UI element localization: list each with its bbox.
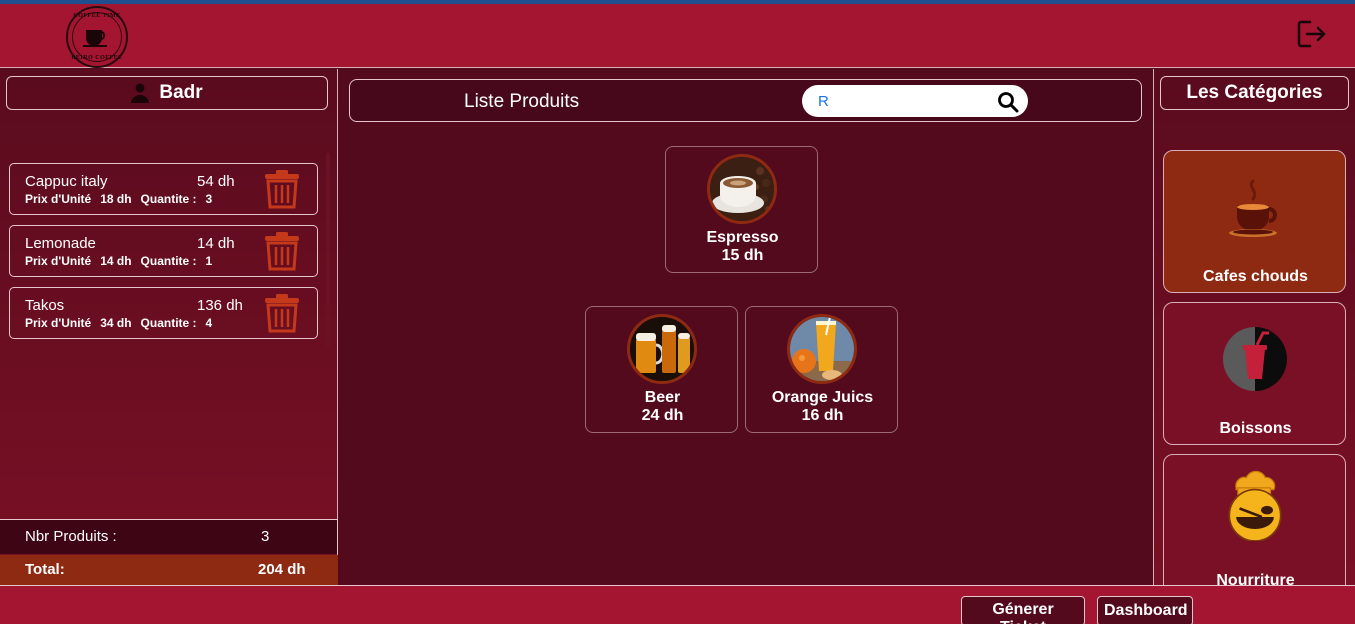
product-name: Orange Juics (771, 389, 874, 406)
quantity-value: 1 (205, 254, 213, 268)
cart-scrollbar[interactable] (326, 153, 330, 347)
product-price: 16 dh (801, 407, 844, 424)
cart-item-name: Lemonade (25, 235, 96, 252)
category-name: Nourriture (1216, 572, 1295, 585)
footer-bar: Génerer Ticket Dashboard (0, 585, 1355, 624)
category-name: Boissons (1219, 420, 1292, 437)
product-count-value: 3 (261, 528, 270, 545)
generate-ticket-button[interactable]: Génerer Ticket (961, 596, 1085, 624)
espresso-image (707, 154, 777, 224)
quantity-label: Quantite : (140, 316, 197, 330)
user-box: Badr (6, 76, 328, 110)
dashboard-button[interactable]: Dashboard (1097, 596, 1193, 624)
category-cafes-chouds[interactable]: Cafes chouds (1163, 150, 1346, 293)
orange-juice-image (787, 314, 857, 384)
food-chef-icon (1228, 470, 1282, 541)
logout-icon[interactable] (1295, 18, 1327, 50)
total-row: Total: 204 dh (0, 555, 338, 585)
product-card-orange-juice[interactable]: Orange Juics 16 dh (745, 306, 898, 433)
cart-item: Takos 136 dh Prix d'Unité 34 dh Quantite :… (9, 287, 318, 339)
category-name: Cafes chouds (1203, 268, 1308, 285)
product-name: Espresso (706, 229, 779, 246)
logo-bottom-text: BEIRO COFFEE (71, 55, 123, 61)
category-boissons[interactable]: Boissons (1163, 302, 1346, 445)
product-count-label: Nbr Produits : (25, 528, 117, 545)
cart-panel: Badr Cappuc italy 54 dh Prix d'Unité 18 d… (0, 69, 338, 585)
category-nourriture[interactable]: Nourriture (1163, 454, 1346, 585)
quantity-value: 4 (205, 316, 213, 330)
total-value: 204 dh (258, 561, 306, 578)
user-icon (131, 83, 150, 103)
quantity-label: Quantite : (140, 192, 197, 206)
unit-price-value: 18 dh (100, 192, 132, 206)
unit-price-label: Prix d'Unité (25, 254, 92, 268)
drinks-icon (1223, 327, 1287, 391)
cart-item-total: 14 dh (197, 235, 235, 252)
search-box[interactable] (802, 85, 1028, 117)
categories-panel: Les Catégories Cafes chouds Boissons Nou… (1153, 69, 1355, 585)
product-count-row: Nbr Produits : 3 (0, 519, 338, 554)
products-header: Liste Produits (349, 79, 1142, 122)
unit-price-label: Prix d'Unité (25, 192, 92, 206)
product-price: 24 dh (641, 407, 684, 424)
cart-item-name: Takos (25, 297, 65, 314)
coffee-logo: COFFEE TIME BEIRO COFFEE (66, 6, 128, 68)
cart-item-name: Cappuc italy (25, 173, 108, 190)
beer-image (627, 314, 697, 384)
product-price: 15 dh (721, 247, 764, 264)
app-header: COFFEE TIME BEIRO COFFEE (0, 4, 1355, 68)
quantity-label: Quantite : (140, 254, 197, 268)
trash-icon[interactable] (263, 169, 301, 209)
unit-price-value: 14 dh (100, 254, 132, 268)
products-panel: Liste Produits Espresso 15 dh (339, 69, 1152, 585)
hot-coffee-icon (1229, 179, 1277, 237)
unit-price-label: Prix d'Unité (25, 316, 92, 330)
categories-title: Les Catégories (1160, 76, 1349, 110)
user-name: Badr (159, 82, 203, 103)
search-icon[interactable] (997, 91, 1019, 113)
quantity-value: 3 (205, 192, 213, 206)
total-label: Total: (25, 561, 65, 578)
cart-item-total: 54 dh (197, 173, 235, 190)
trash-icon[interactable] (263, 293, 301, 333)
cart-item: Lemonade 14 dh Prix d'Unité 14 dh Quantite… (9, 225, 318, 277)
product-name: Beer (644, 389, 681, 406)
trash-icon[interactable] (263, 231, 301, 271)
product-card-beer[interactable]: Beer 24 dh (585, 306, 738, 433)
products-title: Liste Produits (464, 91, 580, 112)
logo-top-text: COFFEE TIME (73, 13, 121, 19)
unit-price-value: 34 dh (100, 316, 132, 330)
search-input[interactable] (818, 91, 988, 111)
product-card-espresso[interactable]: Espresso 15 dh (665, 146, 818, 273)
cart-item: Cappuc italy 54 dh Prix d'Unité 18 dh Quan… (9, 163, 318, 215)
cart-item-total: 136 dh (197, 297, 243, 314)
